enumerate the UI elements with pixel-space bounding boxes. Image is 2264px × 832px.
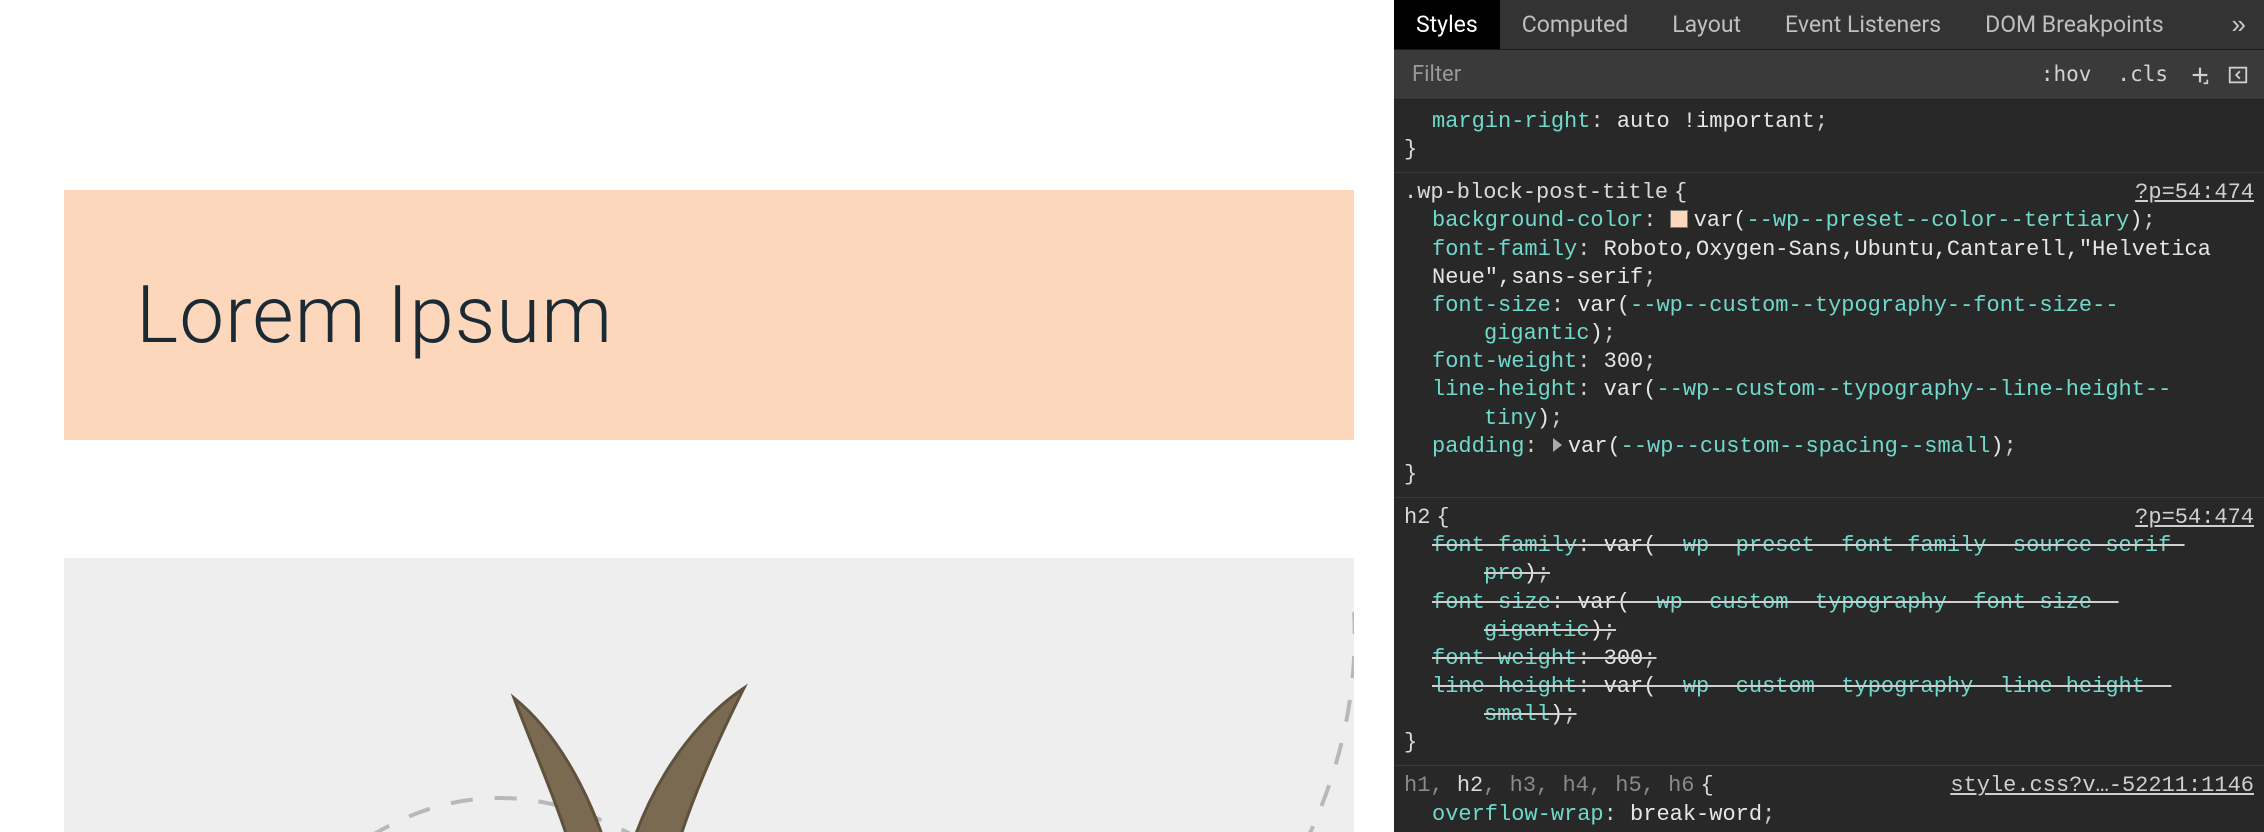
- css-declaration[interactable]: font-weight: 300;: [1404, 348, 2254, 376]
- styles-filter-input[interactable]: [1406, 58, 2023, 91]
- open-brace: {: [1700, 772, 1713, 800]
- devtools-panel: Styles Computed Layout Event Listeners D…: [1394, 0, 2264, 832]
- css-declaration[interactable]: overflow-wrap: break-word;: [1404, 801, 2254, 829]
- style-rule[interactable]: h2 { ?p=54:474font-family: var(--wp--pres…: [1394, 497, 2264, 765]
- rule-source-link[interactable]: ?p=54:474: [2135, 504, 2254, 532]
- featured-image: [64, 558, 1354, 832]
- style-rule[interactable]: .wp-block-post-title { ?p=54:474backgroun…: [1394, 172, 2264, 497]
- computed-sidebar-toggle-icon[interactable]: [2224, 61, 2252, 89]
- tabs-overflow-icon[interactable]: »: [2214, 8, 2264, 41]
- style-rule[interactable]: h1, h2, h3, h4, h5, h6 { style.css?v…-522…: [1394, 765, 2264, 832]
- rule-selector[interactable]: .wp-block-post-title: [1404, 179, 1668, 207]
- cls-toggle[interactable]: .cls: [2109, 57, 2176, 92]
- css-declaration[interactable]: margin-right: auto !important;: [1404, 108, 2254, 136]
- expand-shorthand-icon[interactable]: [1553, 438, 1562, 452]
- rule-selector[interactable]: h2: [1404, 504, 1430, 532]
- rule-source-link[interactable]: style.css?v…-52211:1146: [1950, 772, 2254, 800]
- styles-toolbar: :hov .cls: [1394, 50, 2264, 100]
- color-swatch[interactable]: [1670, 210, 1688, 228]
- css-declaration[interactable]: font-family: Roboto,Oxygen-Sans,Ubuntu,C…: [1404, 236, 2254, 292]
- tab-computed[interactable]: Computed: [1500, 0, 1651, 49]
- rule-source-link[interactable]: ?p=54:474: [2135, 179, 2254, 207]
- devtools-tabs: Styles Computed Layout Event Listeners D…: [1394, 0, 2264, 50]
- tab-layout[interactable]: Layout: [1650, 0, 1763, 49]
- css-declaration[interactable]: line-height: var(--wp--custom--typograph…: [1404, 376, 2254, 432]
- css-declaration[interactable]: background-color: var(--wp--preset--colo…: [1404, 207, 2254, 235]
- post-title: Lorem Ipsum: [136, 268, 613, 362]
- css-declaration[interactable]: line-height: var(--wp--custom--typograph…: [1404, 673, 2254, 729]
- css-declaration[interactable]: font-size: var(--wp--custom--typography-…: [1404, 589, 2254, 645]
- css-declaration[interactable]: font-size: var(--wp--custom--typography-…: [1404, 292, 2254, 348]
- css-declaration[interactable]: font-weight: 300;: [1404, 645, 2254, 673]
- close-brace: }: [1404, 461, 2254, 489]
- post-title-block: Lorem Ipsum: [64, 190, 1354, 440]
- tab-dom-breakpoints[interactable]: DOM Breakpoints: [1963, 0, 2186, 49]
- rule-selector[interactable]: h1, h2, h3, h4, h5, h6: [1404, 772, 1694, 800]
- close-brace: }: [1404, 136, 2254, 164]
- tab-styles[interactable]: Styles: [1394, 0, 1500, 49]
- style-rule[interactable]: margin-right: auto !important;}: [1394, 100, 2264, 172]
- hov-toggle[interactable]: :hov: [2033, 57, 2100, 92]
- tab-event-listeners[interactable]: Event Listeners: [1763, 0, 1963, 49]
- css-declaration[interactable]: padding: var(--wp--custom--spacing--smal…: [1404, 433, 2254, 461]
- page-preview: Lorem Ipsum: [0, 0, 1394, 832]
- open-brace: {: [1674, 179, 1687, 207]
- styles-rules-list[interactable]: margin-right: auto !important;}.wp-block…: [1394, 100, 2264, 832]
- new-style-rule-icon[interactable]: [2186, 61, 2214, 89]
- open-brace: {: [1436, 504, 1449, 532]
- css-declaration[interactable]: font-family: var(--wp--preset--font-fami…: [1404, 532, 2254, 588]
- close-brace: }: [1404, 729, 2254, 757]
